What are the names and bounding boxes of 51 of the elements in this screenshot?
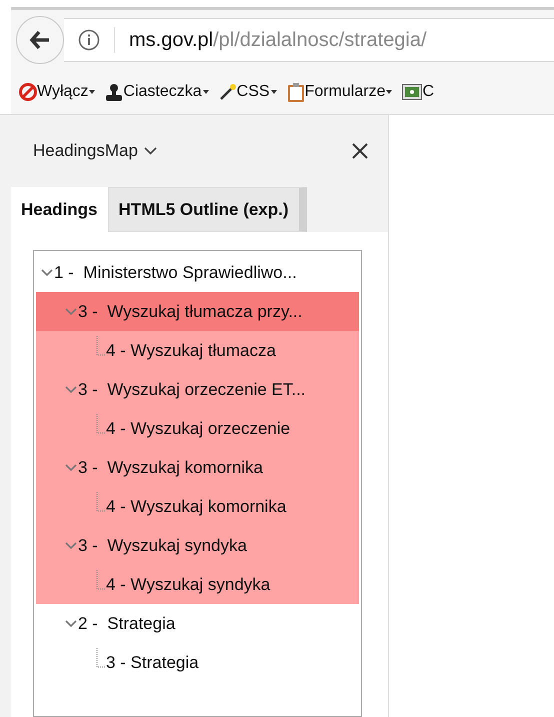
chevron-icon[interactable] xyxy=(64,540,78,550)
back-button[interactable] xyxy=(16,16,64,64)
close-icon xyxy=(352,143,368,159)
picture-icon xyxy=(402,84,422,100)
heading-label: 4 - Wyszukaj tłumacza xyxy=(106,340,276,362)
tab[interactable]: HTML5 Outline (exp.) xyxy=(108,187,307,232)
heading-label: 3 - Strategia xyxy=(106,652,199,674)
tree-row[interactable]: 4 - Wyszukaj tłumacza xyxy=(36,331,359,370)
tree-row[interactable]: 3 - Wyszukaj tłumacza przy... xyxy=(36,292,359,331)
tree-connector-icon xyxy=(96,570,106,590)
toolbar-menu-button[interactable]: Ciasteczka xyxy=(105,80,209,104)
heading-label: 3 - Wyszukaj orzeczenie ET... xyxy=(78,378,306,401)
heading-label: 4 - Wyszukaj syndyka xyxy=(106,574,270,596)
tab[interactable]: Headings xyxy=(11,187,108,232)
address-field[interactable]: ms.gov.pl/pl/dzialalnosc/strategia/ xyxy=(64,18,554,62)
clipboard-icon xyxy=(286,82,305,102)
heading-label: 3 - Wyszukaj syndyka xyxy=(78,534,247,557)
person-icon xyxy=(105,83,124,101)
url-path: /pl/dzialalnosc/strategia/ xyxy=(213,28,427,53)
tree-connector-icon xyxy=(96,336,106,356)
tree-connector-icon xyxy=(96,648,106,668)
chevron-icon[interactable] xyxy=(40,268,54,278)
tree-row[interactable]: 4 - Wyszukaj syndyka xyxy=(36,565,359,604)
heading-label: 2 - Strategia xyxy=(78,612,176,635)
heading-label: 1 - Ministerstwo Sprawiedliwo... xyxy=(54,262,297,284)
tree-connector-icon xyxy=(96,492,106,512)
tree-row[interactable]: 4 - Wyszukaj komornika xyxy=(36,487,359,526)
prohibited-icon xyxy=(19,83,37,101)
toolbar-menu-button[interactable]: Wyłącz xyxy=(19,80,96,104)
close-button[interactable] xyxy=(350,141,370,161)
toolbar-menu-button[interactable]: Formularze xyxy=(286,80,392,104)
chevron-icon[interactable] xyxy=(64,462,78,472)
toolbar-menu-button[interactable]: CSS xyxy=(218,80,277,104)
toolbar-menu-button[interactable]: C xyxy=(402,80,434,104)
magic-wand-icon xyxy=(218,83,237,101)
tree-row[interactable]: 4 - Wyszukaj orzeczenie xyxy=(36,409,359,448)
url-domain: ms.gov.pl xyxy=(129,28,214,53)
heading-label: 3 - Wyszukaj tłumacza przy... xyxy=(78,300,302,323)
heading-label: 4 - Wyszukaj komornika xyxy=(106,496,286,518)
heading-label: 4 - Wyszukaj orzeczenie xyxy=(106,418,290,440)
heading-label: 3 - Wyszukaj komornika xyxy=(78,456,264,479)
sidebar-title-menu[interactable]: HeadingsMap xyxy=(33,138,157,164)
back-arrow-icon xyxy=(29,30,51,50)
tree-connector-icon xyxy=(96,414,106,434)
chevron-icon[interactable] xyxy=(64,618,78,628)
chevron-icon[interactable] xyxy=(64,384,78,394)
tree-row[interactable]: 3 - Wyszukaj komornika xyxy=(36,448,359,487)
chevron-down-icon xyxy=(144,147,157,155)
info-icon[interactable] xyxy=(78,29,100,51)
tree-row[interactable]: 3 - Wyszukaj syndyka xyxy=(36,526,359,565)
tree-row[interactable]: 3 - Wyszukaj orzeczenie ET... xyxy=(36,370,359,409)
